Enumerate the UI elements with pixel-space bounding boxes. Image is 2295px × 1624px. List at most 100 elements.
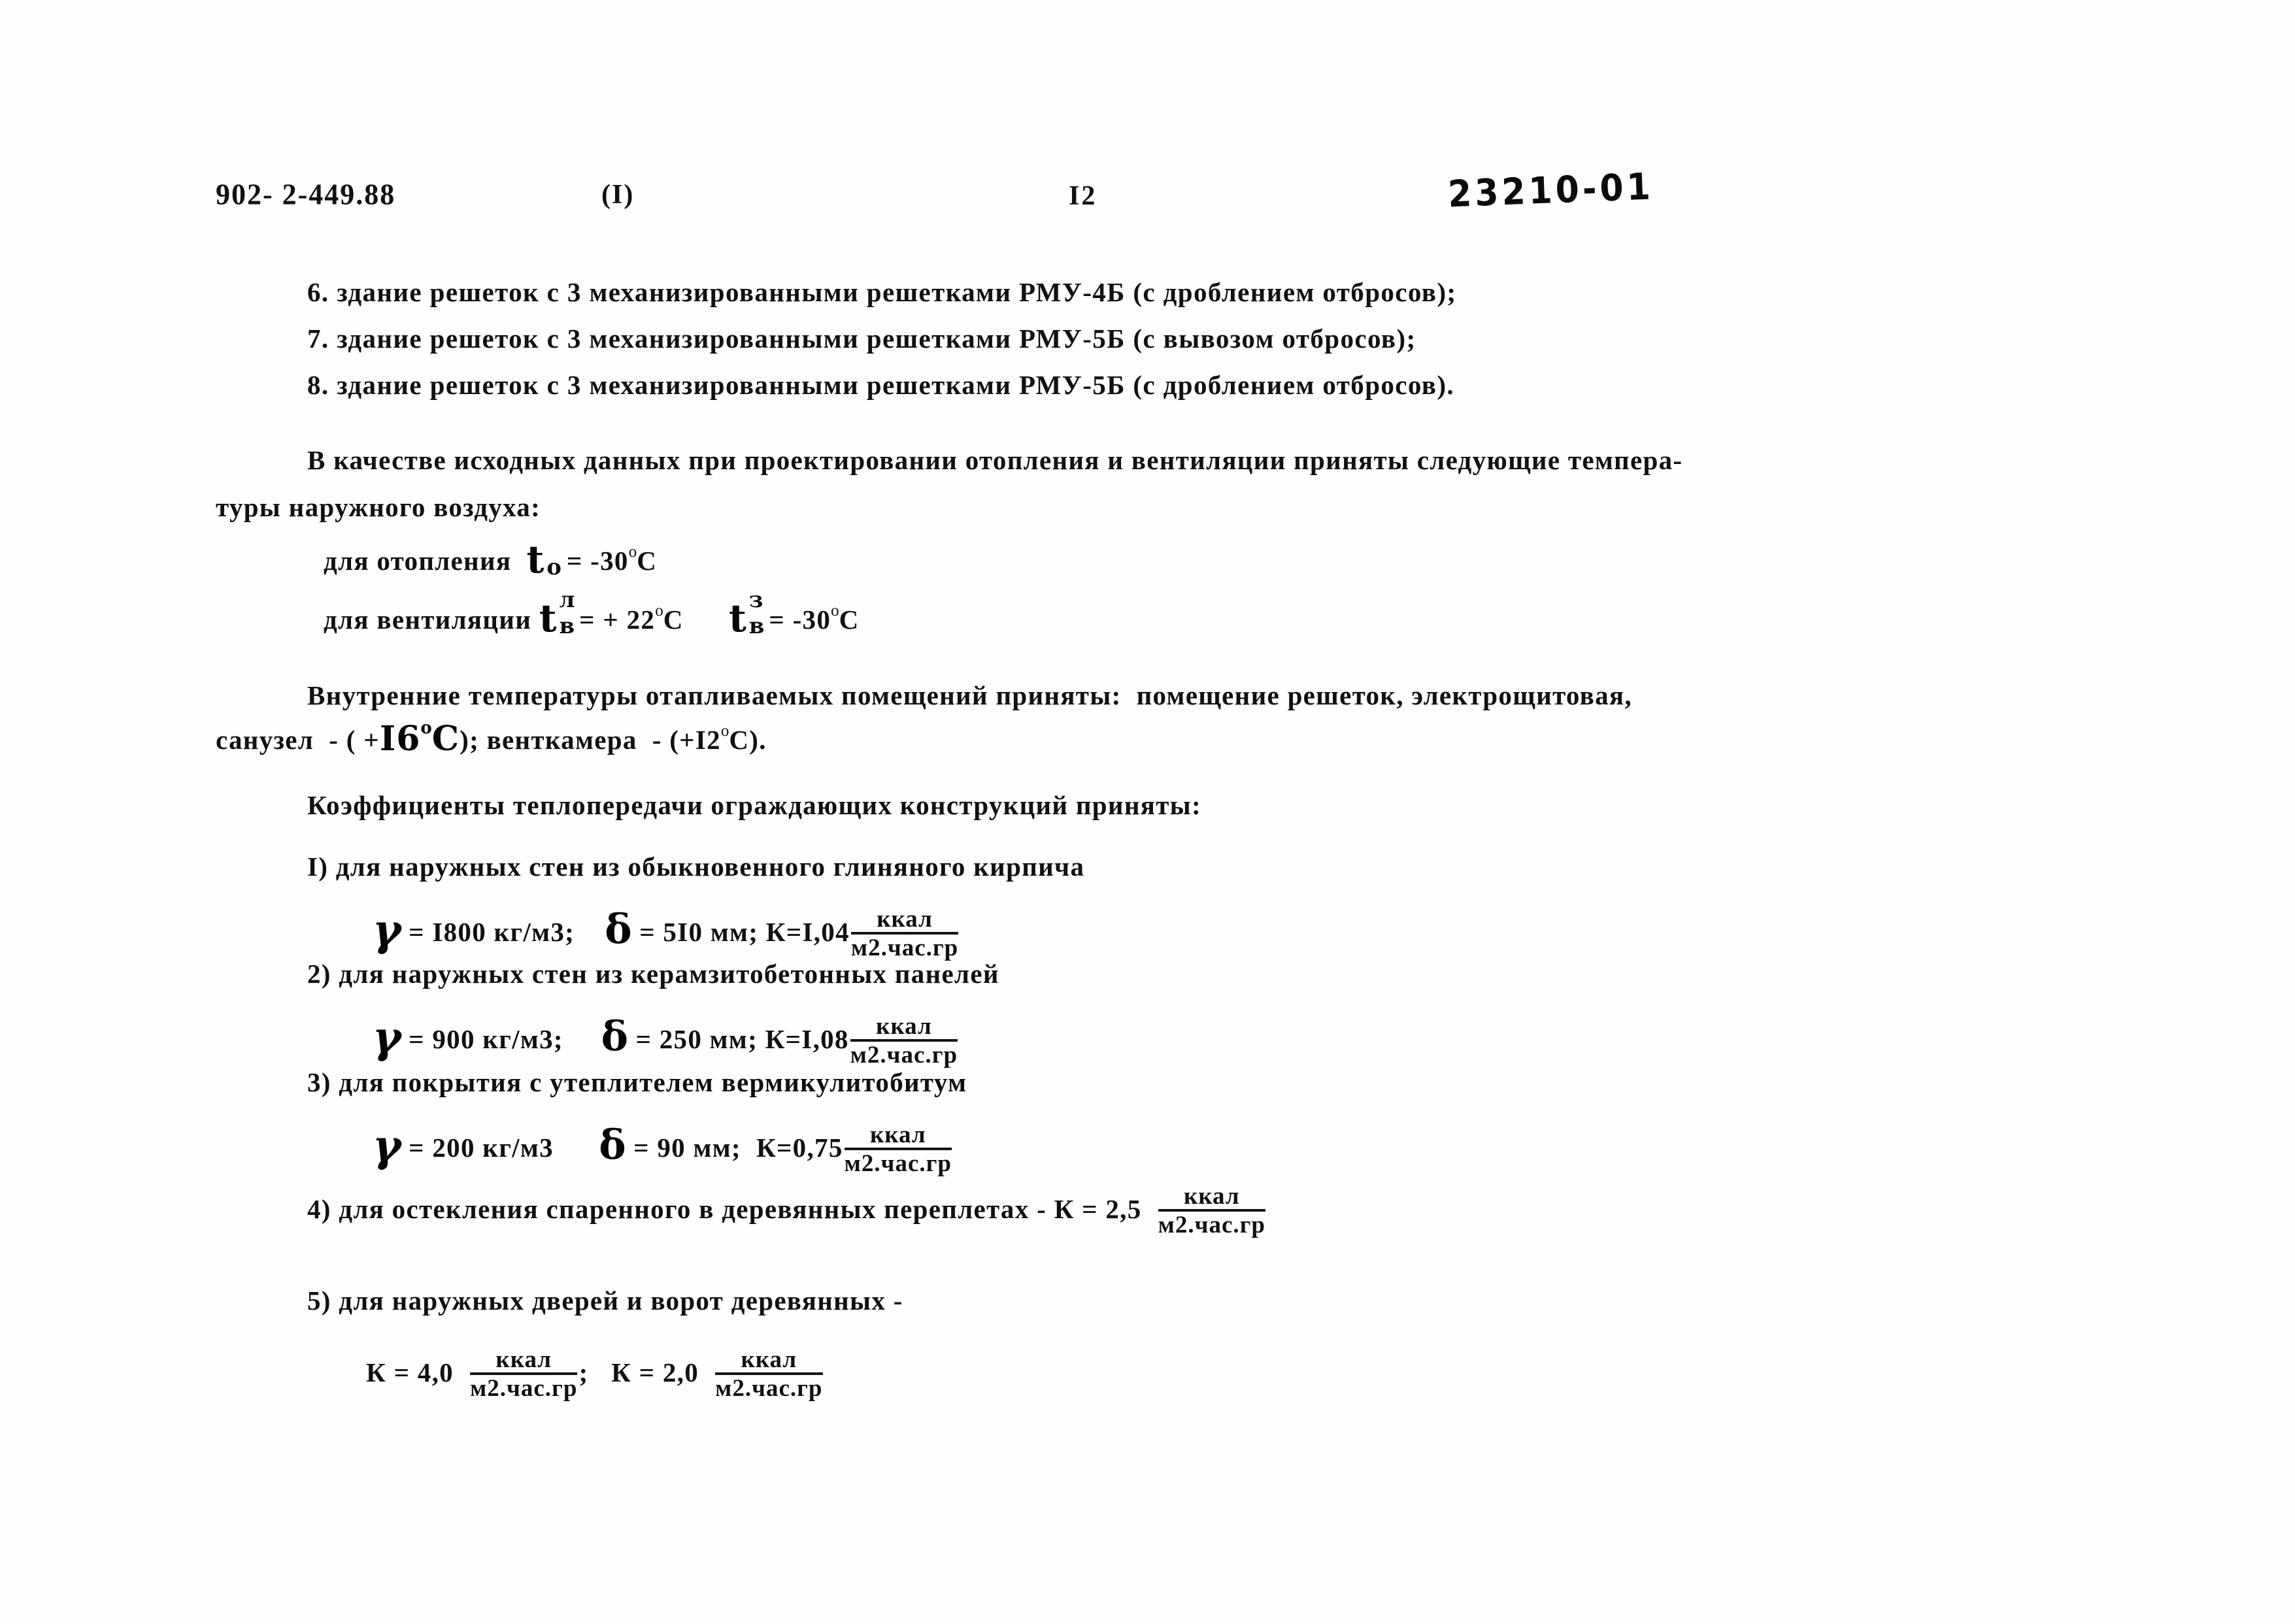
coefficient-2-delta-value: = 250 мм; К=I,08	[635, 1024, 849, 1054]
t-vent-summer-subscript: в	[559, 613, 575, 639]
handwritten-t-symbol: t	[539, 596, 557, 640]
coefficient-item-1: I) для наружных стен из обыкновенного гл…	[307, 851, 1084, 882]
handwritten-gamma-symbol: γ	[373, 1012, 401, 1063]
fraction-denominator: м2.час.гр	[1158, 1212, 1266, 1238]
coefficient-item-1-values: γ = I800 кг/м3; δ = 5I0 мм; К=I,04 ккал м2…	[373, 901, 960, 960]
document-code: 902- 2-449.88	[216, 178, 396, 211]
k-separator: ;	[578, 1357, 589, 1387]
fraction-numerator: ккал	[715, 1348, 823, 1375]
coefficient-item-3-values: γ = 200 кг/м3 δ = 90 мм; К=0,75 ккал м2.ча…	[373, 1116, 953, 1176]
handwritten-unit-c: С	[431, 719, 460, 759]
coefficient-4-label: 4) для остекления спаренного в деревянны…	[307, 1194, 1142, 1224]
fraction-numerator: ккал	[850, 1014, 958, 1042]
unit-fraction: ккал м2.час.гр	[1158, 1184, 1266, 1238]
t-heating-subscript: о	[546, 554, 561, 580]
handwritten-gamma-symbol: γ	[373, 1120, 401, 1171]
t-vent-winter-subscript: в	[748, 613, 765, 639]
coefficient-item-2-values: γ = 900 кг/м3; δ = 250 мм; К=I,08 ккал м2.…	[373, 1008, 959, 1067]
heating-value: = -30	[566, 546, 629, 576]
coefficient-item-5: 5) для наружных дверей и ворот деревянны…	[307, 1285, 903, 1316]
heating-label: для отопления	[324, 546, 512, 576]
coefficient-1-label: I) для наружных стен из обыкновенного гл…	[307, 852, 1085, 882]
spacer5	[684, 605, 729, 635]
unit-fraction: ккал м2.час.гр	[850, 907, 959, 961]
vent2-unit: С	[839, 605, 860, 635]
indoor-paragraph-cont: санузел - ( +I6оС); венткамера - (+I2оС)…	[216, 718, 767, 759]
t-vent-summer-superscript: л	[559, 587, 575, 613]
indoor-paragraph: Внутренние температуры отапливаемых поме…	[307, 672, 1632, 719]
degree-sign: о	[655, 602, 663, 620]
fraction-denominator: м2.час.гр	[850, 935, 959, 961]
document-part: (I)	[601, 180, 635, 210]
fraction-denominator: м2.час.гр	[470, 1375, 578, 1402]
handwritten-t-symbol: t	[526, 537, 544, 582]
coefficient-item-3: 3) для покрытия с утеплителем вермикулит…	[307, 1067, 967, 1098]
unit-fraction: ккал м2.час.гр	[850, 1014, 958, 1067]
list-item: 7. здание решеток с 3 механизированными …	[307, 323, 1416, 354]
handwritten-gamma-symbol: γ	[373, 904, 401, 955]
intro-paragraph: В качестве исходных данных при проектиро…	[307, 437, 1683, 484]
unit-fraction-k1: ккал м2.час.гр	[470, 1348, 578, 1402]
coefficient-3-gamma-value: = 200 кг/м3	[409, 1133, 554, 1163]
coefficients-title-text: Коэффициенты теплопередачи ограждающих к…	[307, 790, 1201, 820]
fraction-denominator: м2.час.гр	[850, 1042, 958, 1069]
handwritten-delta-symbol: δ	[599, 1121, 626, 1168]
degree-sign: о	[628, 543, 637, 561]
indoor-line-2-part-c: С).	[729, 725, 767, 755]
vent1-value: = + 22	[579, 605, 656, 635]
t-vent-winter-superscript: з	[748, 587, 763, 613]
handwritten-temp-16: I6	[379, 719, 421, 759]
vent1-unit: С	[663, 605, 684, 635]
fraction-numerator: ккал	[850, 907, 959, 935]
page-header: 902- 2-449.88 (I) I2 23210-01	[0, 166, 2295, 224]
indoor-line-1: Внутренние температуры отапливаемых поме…	[307, 680, 1632, 710]
fraction-numerator: ккал	[470, 1348, 578, 1375]
outdoor-heating-row: для отопления tо = -30оС	[324, 535, 658, 582]
handwritten-archive-number: 23210-01	[1447, 165, 1654, 216]
coefficient-item-2: 2) для наружных стен из керамзитобетонны…	[307, 958, 999, 989]
intro-line-2: туры наружного воздуха:	[216, 492, 541, 522]
coefficient-3-delta-value: = 90 мм; К=0,75	[633, 1133, 843, 1163]
outdoor-vent-row: для вентиляции tлв = + 22оС tзв = -30оС	[324, 587, 860, 640]
coefficient-item-4: 4) для остекления спаренного в деревянны…	[307, 1184, 1267, 1237]
indoor-line-2-part-a: санузел - ( +	[216, 725, 380, 755]
intro-paragraph-cont: туры наружного воздуха:	[216, 484, 541, 531]
list-item: 6. здание решеток с 3 механизированными …	[307, 277, 1457, 307]
fraction-denominator: м2.час.гр	[844, 1150, 952, 1177]
indoor-line-2-part-b: ); венткамера - (+I2	[460, 725, 721, 755]
coefficient-1-delta-value: = 5I0 мм; К=I,04	[639, 917, 850, 947]
handwritten-degree-sign: о	[420, 718, 432, 738]
degree-sign: о	[720, 722, 729, 740]
coefficient-1-gamma-value: = I800 кг/м3;	[409, 917, 575, 947]
handwritten-delta-symbol: δ	[601, 1012, 628, 1060]
document-page: 902- 2-449.88 (I) I2 23210-01 6. здание …	[0, 0, 2295, 1624]
spacer3	[531, 605, 539, 635]
degree-sign: о	[831, 602, 839, 620]
k1-label: К = 4,0	[366, 1357, 454, 1387]
unit-fraction-k2: ккал м2.час.гр	[715, 1348, 823, 1400]
handwritten-t-symbol: t	[728, 596, 746, 640]
list-item: 8. здание решеток с 3 механизированными …	[307, 370, 1455, 400]
coefficient-2-gamma-value: = 900 кг/м3;	[409, 1024, 563, 1054]
heating-unit: С	[637, 546, 658, 576]
fraction-numerator: ккал	[1158, 1184, 1266, 1212]
facility-list: 6. здание решеток с 3 механизированными …	[307, 269, 1456, 408]
vent2-value: = -30	[769, 605, 831, 635]
coefficient-3-label: 3) для покрытия с утеплителем вермикулит…	[307, 1067, 967, 1097]
handwritten-delta-symbol: δ	[605, 905, 632, 953]
unit-fraction: ккал м2.час.гр	[844, 1123, 952, 1177]
